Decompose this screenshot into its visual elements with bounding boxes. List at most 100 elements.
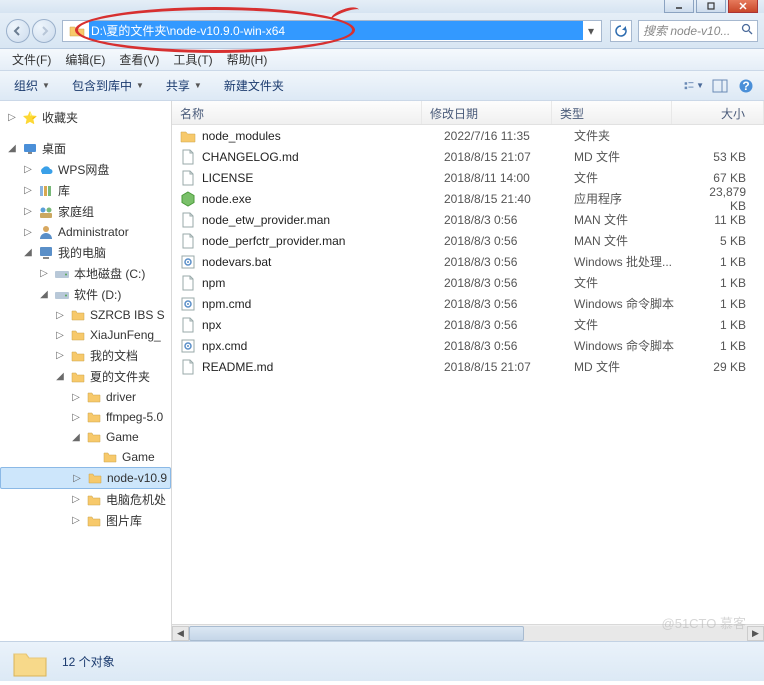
col-date[interactable]: 修改日期 — [422, 101, 552, 124]
file-date: 2018/8/3 0:56 — [444, 297, 574, 311]
file-size: 53 KB — [694, 150, 764, 164]
file-row[interactable]: CHANGELOG.md2018/8/15 21:07MD 文件53 KB — [172, 146, 764, 167]
sidebar-folder[interactable]: ▷XiaJunFeng_ — [0, 325, 171, 345]
sidebar-folder[interactable]: ◢夏的文件夹 — [0, 366, 171, 387]
file-name: node_etw_provider.man — [202, 213, 444, 227]
address-dropdown[interactable]: ▾ — [583, 24, 599, 38]
scroll-left-icon[interactable]: ◀ — [172, 626, 189, 641]
file-row[interactable]: npx.cmd2018/8/3 0:56Windows 命令脚本1 KB — [172, 335, 764, 356]
file-type: Windows 批处理... — [574, 253, 694, 270]
file-icon — [180, 338, 196, 354]
watermark: @51CTO 慕客 — [662, 613, 746, 632]
menu-view[interactable]: 查看(V) — [113, 49, 165, 70]
menu-tools[interactable]: 工具(T) — [167, 49, 218, 70]
file-size: 1 KB — [694, 255, 764, 269]
file-row[interactable]: node_etw_provider.man2018/8/3 0:56MAN 文件… — [172, 209, 764, 230]
file-row[interactable]: nodevars.bat2018/8/3 0:56Windows 批处理...1… — [172, 251, 764, 272]
column-headers: 名称 修改日期 类型 大小 — [172, 101, 764, 125]
sidebar-wps[interactable]: ▷WPS网盘 — [0, 159, 171, 180]
sidebar-folder[interactable]: ▷我的文档 — [0, 345, 171, 366]
file-icon — [180, 275, 196, 291]
file-date: 2018/8/3 0:56 — [444, 213, 574, 227]
file-size: 11 KB — [694, 213, 764, 227]
scroll-right-icon[interactable]: ▶ — [747, 626, 764, 641]
sidebar-computer[interactable]: ◢我的电脑 — [0, 242, 171, 263]
sidebar-folder[interactable]: Game — [0, 447, 171, 467]
maximize-button[interactable] — [696, 0, 726, 13]
help-button[interactable]: ? — [736, 76, 756, 96]
col-size[interactable]: 大小 — [672, 101, 764, 124]
back-button[interactable] — [6, 19, 30, 43]
file-row[interactable]: LICENSE2018/8/11 14:00文件67 KB — [172, 167, 764, 188]
sidebar-library[interactable]: ▷库 — [0, 180, 171, 201]
sidebar-folder[interactable]: ◢Game — [0, 427, 171, 447]
search-box[interactable]: 搜索 node-v10... — [638, 20, 758, 42]
forward-button[interactable] — [32, 19, 56, 43]
sidebar-folder[interactable]: ▷SZRCB IBS S — [0, 305, 171, 325]
file-date: 2018/8/11 14:00 — [444, 171, 574, 185]
sidebar-folder-selected[interactable]: ▷node-v10.9 — [0, 467, 171, 489]
newfolder-button[interactable]: 新建文件夹 — [218, 74, 290, 97]
address-bar[interactable]: D:\夏的文件夹\node-v10.9.0-win-x64 ▾ — [62, 20, 602, 42]
file-size: 1 KB — [694, 297, 764, 311]
col-name[interactable]: 名称 — [172, 101, 422, 124]
file-icon — [180, 170, 196, 186]
close-button[interactable] — [728, 0, 758, 13]
file-type: Windows 命令脚本 — [574, 337, 694, 354]
star-icon: ⭐ — [22, 110, 38, 126]
sidebar-folder[interactable]: ▷电脑危机处 — [0, 489, 171, 510]
file-name: README.md — [202, 360, 444, 374]
file-icon — [180, 317, 196, 333]
file-icon — [180, 149, 196, 165]
refresh-button[interactable] — [610, 20, 632, 42]
sidebar-folder[interactable]: ▷图片库 — [0, 510, 171, 531]
file-name: LICENSE — [202, 171, 444, 185]
file-size: 23,879 KB — [694, 185, 764, 213]
sidebar-drive-d[interactable]: ◢软件 (D:) — [0, 284, 171, 305]
sidebar-folder[interactable]: ▷ffmpeg-5.0 — [0, 407, 171, 427]
menu-file[interactable]: 文件(F) — [6, 49, 57, 70]
preview-pane-button[interactable] — [710, 76, 730, 96]
file-name: npm.cmd — [202, 297, 444, 311]
file-date: 2018/8/3 0:56 — [444, 234, 574, 248]
file-icon — [180, 296, 196, 312]
sidebar-folder[interactable]: ▷driver — [0, 387, 171, 407]
file-type: MAN 文件 — [574, 232, 694, 249]
file-icon — [180, 212, 196, 228]
file-row[interactable]: npm.cmd2018/8/3 0:56Windows 命令脚本1 KB — [172, 293, 764, 314]
sidebar-desktop[interactable]: ◢桌面 — [0, 138, 171, 159]
sidebar-favorites[interactable]: ▷⭐收藏夹 — [0, 107, 171, 128]
file-name: npm — [202, 276, 444, 290]
menu-edit[interactable]: 编辑(E) — [59, 49, 111, 70]
file-icon — [180, 254, 196, 270]
col-type[interactable]: 类型 — [552, 101, 672, 124]
nav-row: D:\夏的文件夹\node-v10.9.0-win-x64 ▾ 搜索 node-… — [0, 13, 764, 49]
include-button[interactable]: 包含到库中▼ — [66, 74, 150, 97]
file-row[interactable]: node_modules2022/7/16 11:35文件夹 — [172, 125, 764, 146]
file-name: npx — [202, 318, 444, 332]
file-row[interactable]: node_perfctr_provider.man2018/8/3 0:56MA… — [172, 230, 764, 251]
file-row[interactable]: README.md2018/8/15 21:07MD 文件29 KB — [172, 356, 764, 377]
scroll-thumb[interactable] — [189, 626, 524, 641]
share-button[interactable]: 共享▼ — [160, 74, 208, 97]
titlebar — [0, 0, 764, 13]
sidebar-admin[interactable]: ▷Administrator — [0, 222, 171, 242]
minimize-button[interactable] — [664, 0, 694, 13]
file-type: MD 文件 — [574, 148, 694, 165]
file-row[interactable]: npm2018/8/3 0:56文件1 KB — [172, 272, 764, 293]
address-text[interactable]: D:\夏的文件夹\node-v10.9.0-win-x64 — [89, 21, 583, 40]
file-type: 文件 — [574, 316, 694, 333]
sidebar-homegroup[interactable]: ▷家庭组 — [0, 201, 171, 222]
file-icon — [180, 191, 196, 207]
view-mode-button[interactable]: ▼ — [684, 76, 704, 96]
file-row[interactable]: npx2018/8/3 0:56文件1 KB — [172, 314, 764, 335]
file-name: npx.cmd — [202, 339, 444, 353]
sidebar-drive-c[interactable]: ▷本地磁盘 (C:) — [0, 263, 171, 284]
file-row[interactable]: node.exe2018/8/15 21:40应用程序23,879 KB — [172, 188, 764, 209]
search-icon — [741, 23, 753, 38]
organize-button[interactable]: 组织▼ — [8, 74, 56, 97]
menu-help[interactable]: 帮助(H) — [221, 49, 274, 70]
file-size: 1 KB — [694, 339, 764, 353]
file-type: 文件 — [574, 169, 694, 186]
file-type: 应用程序 — [574, 190, 694, 207]
